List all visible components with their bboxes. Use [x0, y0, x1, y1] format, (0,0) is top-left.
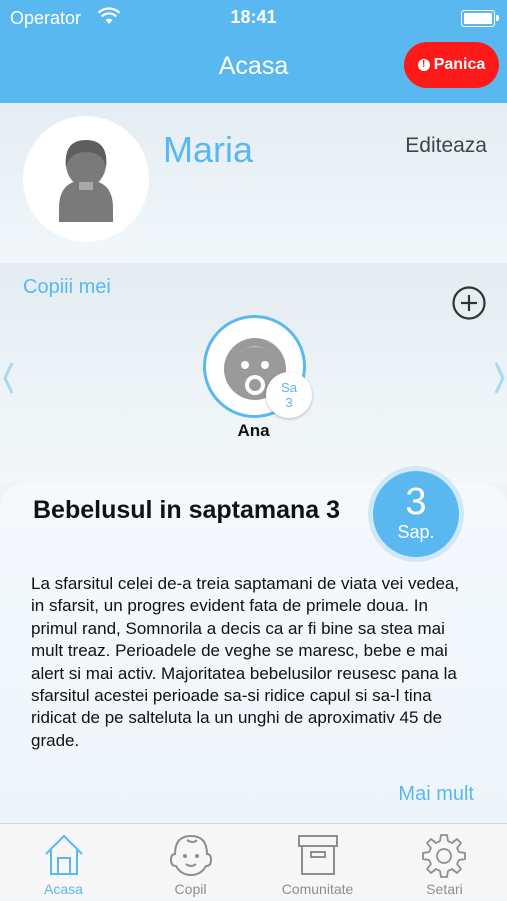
- child-name: Ana: [237, 421, 270, 440]
- status-time: 18:41: [230, 7, 277, 27]
- child-week-badge: Sa 3: [266, 372, 312, 418]
- child-week-badge-label: Sa: [281, 380, 297, 395]
- tab-community-label: Comunitate: [281, 881, 354, 897]
- tab-settings-label: Setari: [426, 881, 463, 897]
- panic-label: Panica: [433, 56, 486, 73]
- home-icon: [45, 834, 83, 875]
- tab-child[interactable]: Copil: [127, 824, 254, 901]
- tab-child-label: Copil: [174, 881, 207, 897]
- week-number-badge: 3 Sap.: [368, 466, 464, 562]
- child-week-badge-number: 3: [285, 395, 293, 410]
- tab-community[interactable]: Comunitate: [254, 824, 381, 901]
- week-info-card: Bebelusul in saptamana 3 3 Sap. La sfars…: [0, 466, 507, 823]
- edit-profile-link[interactable]: Editeaza: [405, 134, 487, 158]
- baby-face-icon: [169, 834, 213, 877]
- user-silhouette-icon: [59, 140, 113, 222]
- children-section-title: Copiii mei: [23, 276, 111, 298]
- chevron-left-icon: [3, 362, 14, 394]
- next-child-button[interactable]: [494, 361, 506, 400]
- tab-home[interactable]: Acasa: [0, 824, 127, 901]
- battery-icon: [461, 10, 499, 27]
- add-child-button[interactable]: [452, 286, 486, 320]
- tab-settings[interactable]: Setari: [381, 824, 507, 901]
- week-number: 3: [405, 481, 427, 523]
- navigation-bar: Operator 18:41 Acasa ! Panica: [0, 0, 507, 103]
- gear-icon: [422, 834, 466, 878]
- plus-circle-icon: [452, 286, 486, 320]
- tab-home-label: Acasa: [44, 881, 83, 897]
- tab-bar: Acasa Copil Comunitate Setari: [0, 823, 507, 900]
- user-avatar[interactable]: [23, 116, 149, 242]
- exclamation-icon: !: [417, 59, 430, 71]
- profile-header: Maria Editeaza: [0, 103, 507, 263]
- panic-button[interactable]: ! Panica: [404, 42, 499, 88]
- card-body-text: La sfarsitul celei de-a treia saptamani …: [31, 574, 460, 750]
- status-bar: Operator 18:41: [0, 0, 507, 36]
- card-title: Bebelusul in saptamana 3: [33, 496, 341, 524]
- chevron-right-icon: [494, 362, 505, 394]
- user-name: Maria: [163, 129, 254, 170]
- read-more-link[interactable]: Mai mult: [398, 783, 474, 806]
- children-section: Copiii mei Sa 3 Ana: [0, 263, 507, 483]
- previous-child-button[interactable]: [2, 361, 14, 400]
- week-unit: Sap.: [397, 522, 435, 542]
- archive-box-icon: [298, 835, 338, 875]
